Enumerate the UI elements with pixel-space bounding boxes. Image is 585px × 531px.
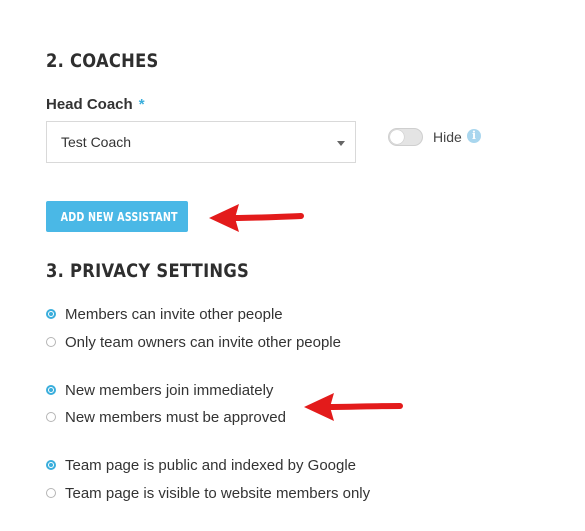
radio-label: Only team owners can invite other people: [65, 333, 341, 351]
section-title-coaches: 2. COACHES: [46, 50, 159, 72]
radio-invite-members[interactable]: Members can invite other people: [46, 304, 283, 324]
radio-button[interactable]: [46, 412, 56, 422]
head-coach-label-text: Head Coach: [46, 96, 133, 113]
radio-label: Team page is visible to website members …: [65, 484, 371, 502]
radio-button-selected[interactable]: [46, 460, 56, 470]
head-coach-label: Head Coach *: [46, 96, 145, 113]
add-new-assistant-label: ADD NEW ASSISTANT: [60, 210, 178, 224]
info-icon[interactable]: i: [467, 129, 481, 143]
radio-button-selected[interactable]: [46, 309, 56, 319]
radio-visibility-public[interactable]: Team page is public and indexed by Googl…: [46, 455, 356, 475]
required-marker: *: [138, 96, 145, 113]
red-arrow-icon: [304, 393, 403, 421]
radio-label: Members can invite other people: [65, 305, 283, 323]
hide-toggle[interactable]: [388, 128, 423, 146]
radio-join-immediately[interactable]: New members join immediately: [46, 380, 273, 400]
red-arrow-icon: [209, 204, 304, 232]
head-coach-select[interactable]: Test Coach: [46, 121, 356, 163]
radio-button-selected[interactable]: [46, 385, 56, 395]
hide-label: Hide: [433, 129, 462, 145]
radio-label: New members must be approved: [65, 408, 286, 426]
radio-button[interactable]: [46, 337, 56, 347]
radio-label: New members join immediately: [65, 381, 274, 399]
radio-button[interactable]: [46, 488, 56, 498]
add-new-assistant-button[interactable]: ADD NEW ASSISTANT: [46, 201, 188, 232]
section-title-privacy: 3. PRIVACY SETTINGS: [46, 260, 250, 282]
radio-label: Team page is public and indexed by Googl…: [65, 456, 357, 474]
chevron-down-icon: [337, 141, 345, 146]
radio-join-approved[interactable]: New members must be approved: [46, 407, 286, 427]
radio-invite-owners[interactable]: Only team owners can invite other people: [46, 332, 341, 352]
head-coach-select-value: Test Coach: [61, 134, 132, 150]
radio-visibility-members[interactable]: Team page is visible to website members …: [46, 483, 370, 503]
toggle-knob: [390, 130, 404, 144]
